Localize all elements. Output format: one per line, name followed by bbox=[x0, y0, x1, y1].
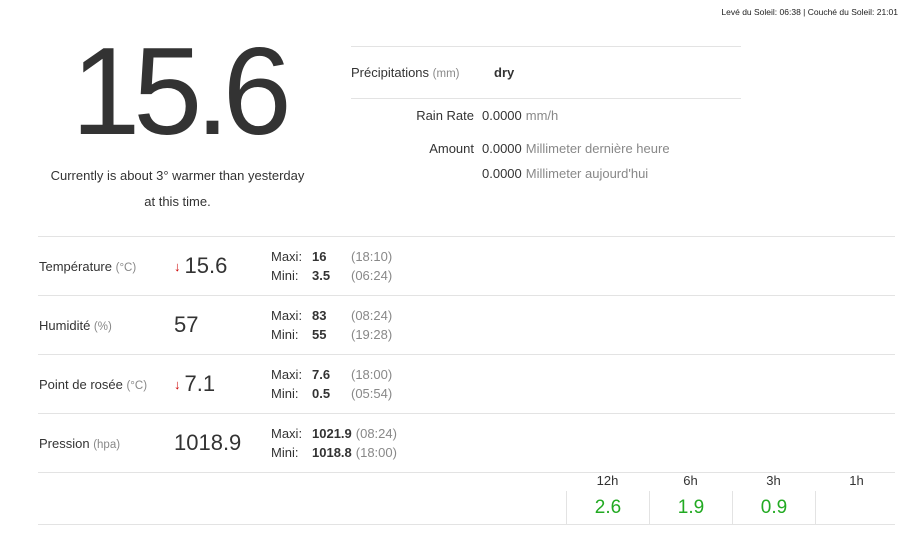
trend-col-3h: 3h 0.9 bbox=[732, 473, 815, 525]
observation-row-dewpoint: Point de rosée (°C) ↓ 7.1 Maxi: 7.6 (18:00)… bbox=[38, 355, 895, 414]
trend-period-label: 6h bbox=[683, 473, 698, 488]
trend-col-6h: 6h 1.9 bbox=[649, 473, 732, 525]
min-time: (06:24) bbox=[351, 268, 393, 283]
max-value: 16 bbox=[312, 249, 327, 264]
min-value: 55 bbox=[312, 327, 327, 342]
max-time: (18:00) bbox=[351, 367, 393, 382]
min-value: 1018.8 bbox=[312, 445, 352, 460]
trend-period-value: 2.6 bbox=[566, 491, 649, 525]
max-value: 83 bbox=[312, 308, 327, 323]
observation-unit: (°C) bbox=[115, 262, 137, 274]
observation-unit: (%) bbox=[93, 321, 112, 333]
min-label: Mini: bbox=[271, 386, 299, 401]
rain-panel: Précipitations (mm) dry Rain Rate 0.0000… bbox=[351, 46, 741, 181]
trend-period-label: 12h bbox=[596, 473, 619, 488]
observation-value: ↓ 7.1 bbox=[174, 371, 215, 397]
precipitation-label-wrap: Précipitations (mm) bbox=[351, 65, 494, 80]
min-label: Mini: bbox=[271, 445, 299, 460]
max-time: (18:10) bbox=[351, 249, 393, 264]
min-value: 0.5 bbox=[312, 386, 331, 401]
observation-label: Point de rosée bbox=[39, 377, 123, 392]
precipitation-unit: (mm) bbox=[432, 68, 460, 80]
max-time: (08:24) bbox=[355, 426, 397, 441]
rain-amount-day-desc: Millimeter aujourd'hui bbox=[525, 166, 649, 181]
observation-label: Pression bbox=[39, 436, 90, 451]
max-label: Maxi: bbox=[271, 426, 303, 441]
trend-period-label: 3h bbox=[766, 473, 781, 488]
precipitation-label: Précipitations bbox=[351, 65, 430, 80]
max-label: Maxi: bbox=[271, 308, 303, 323]
min-time: (05:54) bbox=[351, 386, 393, 401]
precipitation-value: dry bbox=[494, 65, 515, 80]
observations-table: Température (°C) ↓ 15.6 Maxi: 16 (18:10) Mi… bbox=[38, 236, 895, 473]
observation-maxmin: Maxi: 16 (18:10) Mini: 3.5 (06:24) bbox=[271, 247, 392, 285]
rain-amount-hour-value: 0.0000 bbox=[482, 141, 522, 156]
observation-label: Température bbox=[39, 259, 112, 274]
min-label: Mini: bbox=[271, 327, 299, 342]
rain-rate-label: Rain Rate bbox=[416, 108, 474, 123]
observation-row-pressure: Pression (hpa) 1018.9 Maxi: 1021.9 (08:24)… bbox=[38, 414, 895, 473]
rain-amount-label: Amount bbox=[429, 141, 474, 156]
rain-amount-hour-row: Amount 0.0000 Millimeter dernière heure bbox=[351, 141, 670, 157]
rain-amount-day-spacer bbox=[351, 166, 482, 182]
min-time: (18:00) bbox=[355, 445, 397, 460]
trend-col-1h: 1h bbox=[815, 473, 898, 525]
rain-rate-row: Rain Rate 0.0000 mm/h bbox=[351, 108, 558, 124]
observation-value: ↓ 15.6 bbox=[174, 253, 227, 279]
observation-name: Pression (hpa) bbox=[39, 436, 120, 451]
max-time: (08:24) bbox=[351, 308, 393, 323]
rain-amount-day-row: 0.0000 Millimeter aujourd'hui bbox=[351, 166, 648, 182]
observation-value: 1018.9 bbox=[174, 430, 241, 456]
rain-amount-day-value: 0.0000 bbox=[482, 166, 522, 181]
trend-down-arrow-icon: ↓ bbox=[174, 258, 181, 274]
min-label: Mini: bbox=[271, 268, 299, 283]
trend-period-value: 1.9 bbox=[649, 491, 732, 525]
rain-rate-value: 0.0000 bbox=[482, 108, 522, 123]
rain-rate-unit: mm/h bbox=[525, 108, 559, 123]
trend-down-arrow-icon: ↓ bbox=[174, 376, 181, 392]
comparison-line-1: Currently is about 3° warmer than yester… bbox=[50, 168, 305, 183]
observation-number: 57 bbox=[174, 312, 199, 337]
observation-unit: (°C) bbox=[126, 380, 148, 392]
max-value: 1021.9 bbox=[312, 426, 352, 441]
observation-name: Humidité (%) bbox=[39, 318, 112, 333]
observation-value: 57 bbox=[174, 312, 198, 338]
observation-maxmin: Maxi: 1021.9 (08:24) Mini: 1018.8 (18:00) bbox=[271, 424, 397, 462]
observation-label: Humidité bbox=[39, 318, 91, 333]
max-label: Maxi: bbox=[271, 367, 303, 382]
observation-unit: (hpa) bbox=[93, 439, 121, 451]
observation-number: 7.1 bbox=[184, 371, 216, 396]
bottom-divider bbox=[38, 524, 895, 525]
sunrise-sunset-info: Levé du Soleil: 06:38 | Couché du Soleil… bbox=[721, 7, 898, 17]
comparison-line-2: at this time. bbox=[144, 194, 211, 209]
rain-amount-hour-desc: Millimeter dernière heure bbox=[525, 141, 670, 156]
trend-period-value bbox=[815, 491, 898, 525]
min-time: (19:28) bbox=[351, 327, 393, 342]
current-temperature: 15.6 bbox=[71, 23, 291, 161]
observation-maxmin: Maxi: 7.6 (18:00) Mini: 0.5 (05:54) bbox=[271, 365, 392, 403]
min-value: 3.5 bbox=[312, 268, 331, 283]
trend-period-value: 0.9 bbox=[732, 491, 815, 525]
temperature-comparison: Currently is about 3° warmer than yester… bbox=[36, 163, 319, 215]
max-value: 7.6 bbox=[312, 367, 331, 382]
precipitation-row: Précipitations (mm) dry bbox=[351, 46, 741, 99]
observation-number: 1018.9 bbox=[174, 430, 242, 455]
max-label: Maxi: bbox=[271, 249, 303, 264]
pressure-trend: 12h 2.6 6h 1.9 3h 0.9 1h bbox=[566, 473, 898, 525]
observation-name: Température (°C) bbox=[39, 259, 136, 274]
observation-number: 15.6 bbox=[184, 253, 228, 278]
observation-name: Point de rosée (°C) bbox=[39, 377, 147, 392]
observation-row-temperature: Température (°C) ↓ 15.6 Maxi: 16 (18:10) Mi… bbox=[38, 237, 895, 296]
observation-maxmin: Maxi: 83 (08:24) Mini: 55 (19:28) bbox=[271, 306, 392, 344]
trend-col-12h: 12h 2.6 bbox=[566, 473, 649, 525]
trend-period-label: 1h bbox=[849, 473, 864, 488]
observation-row-humidity: Humidité (%) 57 Maxi: 83 (08:24) Mini: 55 (1… bbox=[38, 296, 895, 355]
